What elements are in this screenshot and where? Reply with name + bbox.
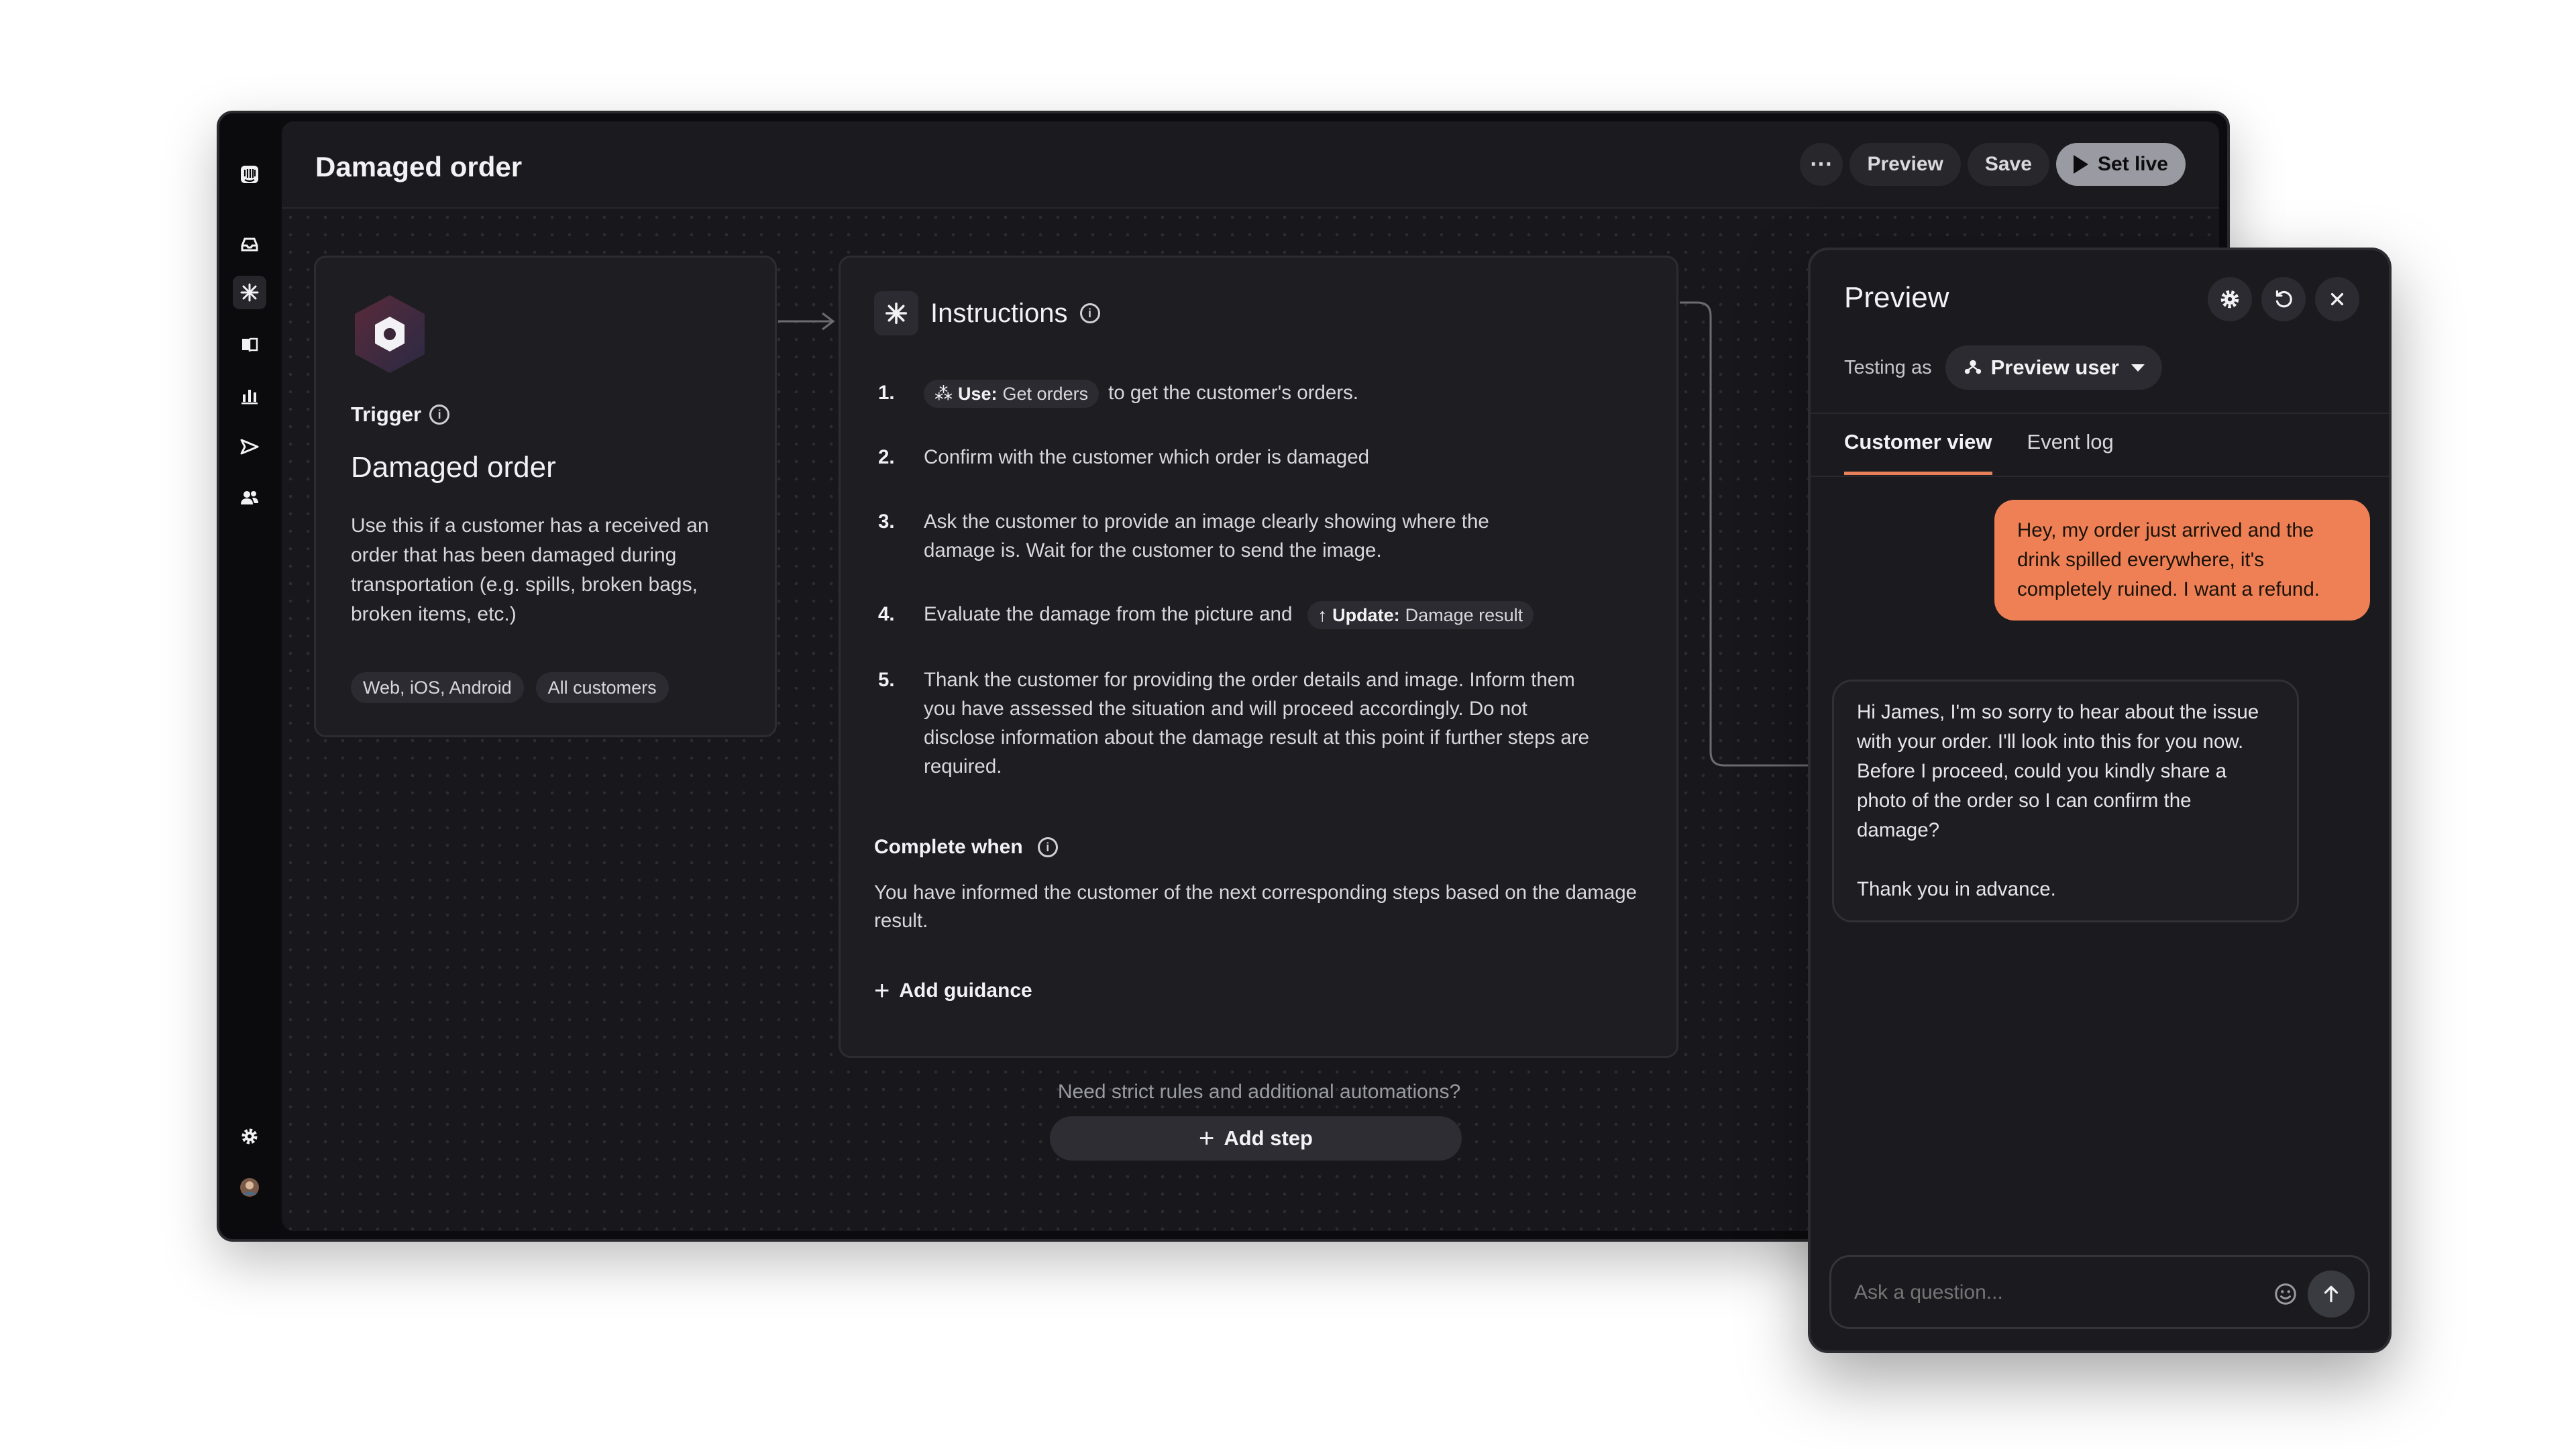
action-icon: ⁂ bbox=[934, 383, 953, 404]
arrow-up-icon bbox=[2324, 1285, 2339, 1303]
step-text: Evaluate the damage from the picture and… bbox=[924, 600, 1629, 630]
more-options-button[interactable]: ··· bbox=[1800, 143, 1843, 186]
app-logo-icon[interactable] bbox=[233, 158, 266, 191]
settings-button[interactable] bbox=[2208, 277, 2252, 321]
instructions-card: Instructions i 1. ⁂ Use: Get orders to g… bbox=[839, 256, 1678, 1058]
step-text: ⁂ Use: Get orders to get the customer's … bbox=[924, 378, 1629, 409]
contacts-icon[interactable] bbox=[233, 481, 266, 515]
inbox-icon[interactable] bbox=[233, 227, 266, 261]
tab-event-log[interactable]: Event log bbox=[2027, 430, 2114, 475]
step-text: Thank the customer for providing the ord… bbox=[924, 669, 1590, 777]
play-icon bbox=[2073, 155, 2088, 174]
emoji-icon[interactable] bbox=[2273, 1281, 2298, 1307]
instruction-step[interactable]: 2. Confirm with the customer which order… bbox=[878, 443, 1629, 472]
complete-when-text: Complete when bbox=[874, 836, 1023, 858]
preview-user-select[interactable]: Preview user bbox=[1945, 345, 2162, 390]
step-text: Confirm with the customer which order is… bbox=[924, 446, 1370, 468]
set-live-label: Set live bbox=[2097, 153, 2168, 175]
complete-when-label: Complete when i bbox=[874, 836, 1058, 859]
bot-message: Hi James, I'm so sorry to hear about the… bbox=[1832, 680, 2299, 922]
tab-customer-view[interactable]: Customer view bbox=[1844, 430, 1992, 475]
step-text-tail: to get the customer's orders. bbox=[1108, 382, 1359, 404]
step-text: Ask the customer to provide an image cle… bbox=[924, 511, 1489, 561]
instructions-title: Instructions bbox=[930, 298, 1068, 328]
page-title: Damaged order bbox=[315, 151, 523, 182]
instruction-step[interactable]: 1. ⁂ Use: Get orders to get the customer… bbox=[878, 378, 1629, 409]
step-number: 4. bbox=[878, 603, 895, 625]
info-icon[interactable]: i bbox=[429, 405, 450, 425]
preview-title: Preview bbox=[1844, 281, 1949, 314]
preview-button[interactable]: Preview bbox=[1849, 143, 1961, 186]
step-text-head: Evaluate the damage from the picture and bbox=[924, 603, 1293, 625]
topbar: Damaged order ··· Preview Save Set live bbox=[282, 121, 2219, 209]
bot-message-paragraph: Hi James, I'm so sorry to hear about the… bbox=[1857, 701, 2259, 841]
trigger-label-text: Trigger bbox=[351, 402, 422, 426]
question-input[interactable] bbox=[1854, 1281, 2257, 1304]
send-button[interactable] bbox=[2308, 1271, 2355, 1318]
settings-icon[interactable] bbox=[233, 1120, 266, 1153]
refresh-icon bbox=[2275, 290, 2292, 308]
save-button[interactable]: Save bbox=[1967, 143, 2049, 186]
pill-prefix: Use: bbox=[958, 383, 998, 404]
nav-rail bbox=[219, 113, 280, 1239]
workflows-icon bbox=[874, 291, 918, 335]
action-pill[interactable]: ↑ Update: Damage result bbox=[1307, 601, 1534, 630]
add-step-label: Add step bbox=[1224, 1126, 1313, 1150]
step-number: 5. bbox=[878, 669, 895, 691]
top-actions: ··· Preview Save Set live bbox=[1800, 143, 2186, 186]
preview-tabs: Customer view Event log bbox=[1844, 430, 2114, 475]
step-number: 1. bbox=[878, 382, 895, 404]
reports-icon[interactable] bbox=[233, 379, 266, 413]
testing-as-row: Testing as Preview user bbox=[1844, 345, 2162, 390]
step-number: 2. bbox=[878, 446, 895, 468]
preview-user-label: Preview user bbox=[1990, 356, 2119, 379]
trigger-hexagon-icon bbox=[355, 295, 425, 373]
pill-value: Get orders bbox=[1002, 383, 1089, 404]
step-number: 3. bbox=[878, 511, 895, 533]
restart-button[interactable] bbox=[2261, 277, 2306, 321]
set-live-button[interactable]: Set live bbox=[2055, 143, 2186, 186]
trigger-label: Trigger i bbox=[351, 402, 450, 427]
avatar[interactable] bbox=[233, 1171, 266, 1204]
pill-value: Damage result bbox=[1405, 604, 1523, 625]
workflows-icon[interactable] bbox=[233, 276, 266, 309]
knowledge-icon[interactable] bbox=[233, 328, 266, 362]
preview-panel: Preview Testing as Preview user Customer… bbox=[1808, 248, 2392, 1353]
testing-as-label: Testing as bbox=[1844, 356, 1932, 378]
add-guidance-button[interactable]: + Add guidance bbox=[874, 976, 1032, 1006]
trigger-card[interactable]: Trigger i Damaged order Use this if a cu… bbox=[314, 256, 777, 737]
tag-audience[interactable]: All customers bbox=[535, 672, 669, 703]
message-composer bbox=[1829, 1255, 2370, 1329]
plus-icon: + bbox=[874, 976, 890, 1006]
close-icon bbox=[2330, 292, 2344, 306]
automation-hint: Need strict rules and additional automat… bbox=[1057, 1081, 1461, 1103]
arrow-up-icon: ↑ bbox=[1318, 604, 1328, 625]
info-icon[interactable]: i bbox=[1079, 303, 1100, 323]
trigger-name: Damaged order bbox=[351, 451, 556, 484]
divider bbox=[1811, 413, 2389, 414]
chevron-down-icon bbox=[2131, 364, 2145, 372]
instructions-header: Instructions i bbox=[874, 291, 1100, 335]
trigger-tags: Web, iOS, Android All customers bbox=[351, 672, 669, 703]
info-icon[interactable]: i bbox=[1037, 837, 1058, 857]
trigger-description: Use this if a customer has a received an… bbox=[351, 515, 709, 625]
add-guidance-label: Add guidance bbox=[899, 979, 1032, 1002]
gear-icon bbox=[2220, 290, 2239, 309]
instruction-step[interactable]: 3. Ask the customer to provide an image … bbox=[878, 507, 1556, 565]
instruction-step[interactable]: 5. Thank the customer for providing the … bbox=[878, 665, 1603, 781]
close-button[interactable] bbox=[2315, 277, 2359, 321]
user-icon bbox=[1964, 360, 1981, 374]
tag-channels[interactable]: Web, iOS, Android bbox=[351, 672, 524, 703]
action-pill[interactable]: ⁂ Use: Get orders bbox=[924, 380, 1099, 409]
bot-message-paragraph: Thank you in advance. bbox=[1857, 878, 2056, 900]
divider bbox=[1811, 476, 2389, 477]
complete-when-description: You have informed the customer of the ne… bbox=[874, 881, 1638, 932]
instruction-step[interactable]: 4. Evaluate the damage from the picture … bbox=[878, 600, 1629, 630]
pill-prefix: Update: bbox=[1332, 604, 1400, 625]
outbound-icon[interactable] bbox=[233, 430, 266, 464]
customer-message: Hey, my order just arrived and the drink… bbox=[1994, 500, 2370, 621]
add-step-button[interactable]: + Add step bbox=[1050, 1116, 1462, 1161]
plus-icon: + bbox=[1199, 1124, 1215, 1153]
preview-actions bbox=[2208, 277, 2359, 321]
